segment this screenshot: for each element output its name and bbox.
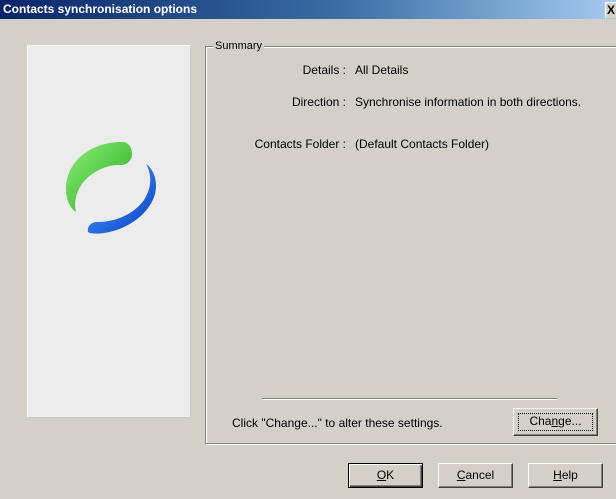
change-button[interactable]: Change... (513, 408, 598, 436)
contacts-folder-label: Contacts Folder : (254, 137, 346, 151)
contacts-folder-value: (Default Contacts Folder) (355, 137, 490, 151)
change-hint-text: Click "Change..." to alter these setting… (232, 416, 443, 430)
details-value: All Details (355, 63, 409, 77)
focus-rect: Change... (518, 413, 593, 431)
details-label: Details : (302, 63, 346, 77)
help-button[interactable]: Help (528, 463, 603, 488)
close-button[interactable]: X (605, 2, 616, 18)
window-title: Contacts synchronisation options (3, 2, 198, 16)
cancel-button[interactable]: Cancel (438, 463, 513, 488)
ok-button[interactable]: OK (348, 463, 423, 488)
summary-group-label: Summary (213, 40, 265, 52)
direction-value: Synchronise information in both directio… (355, 95, 582, 109)
title-bar: Contacts synchronisation options X (0, 0, 616, 19)
direction-label: Direction : (291, 95, 346, 109)
separator (262, 398, 557, 400)
